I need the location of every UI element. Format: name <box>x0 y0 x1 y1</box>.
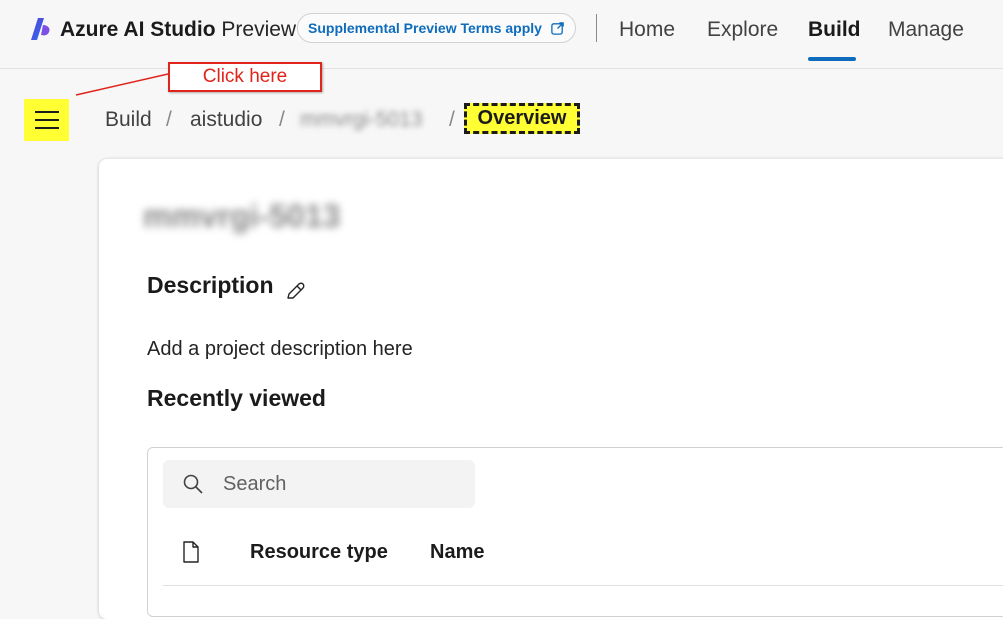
supplemental-terms-label: Supplemental Preview Terms apply <box>308 20 542 36</box>
document-icon <box>183 541 199 563</box>
nav-home[interactable]: Home <box>619 18 675 42</box>
breadcrumb-project[interactable]: mmvrgi-5013 <box>300 108 423 132</box>
nav-explore[interactable]: Explore <box>707 18 778 42</box>
breadcrumb-build[interactable]: Build <box>105 108 152 132</box>
search-box[interactable] <box>163 460 475 508</box>
nav-active-indicator <box>808 57 856 61</box>
azure-ai-studio-logo-icon <box>31 18 50 40</box>
hamburger-line <box>34 127 59 129</box>
hamburger-menu-button[interactable] <box>24 99 69 141</box>
nav-build[interactable]: Build <box>808 18 861 42</box>
search-icon <box>183 474 203 494</box>
nav-manage[interactable]: Manage <box>888 18 964 42</box>
top-bar: Azure AI Studio Preview Supplemental Pre… <box>0 0 1003 69</box>
breadcrumb-aistudio[interactable]: aistudio <box>190 108 262 132</box>
hamburger-line <box>34 111 59 113</box>
breadcrumb-current-overview: Overview <box>464 103 580 134</box>
column-header-resource-type[interactable]: Resource type <box>250 541 388 564</box>
project-name-title: mmvrgi-5013 <box>143 198 341 234</box>
app-title: Azure AI Studio <box>60 18 216 41</box>
search-input[interactable] <box>221 471 445 497</box>
external-link-icon <box>551 21 564 35</box>
hamburger-line <box>34 119 59 121</box>
app-subtitle: Preview <box>221 18 297 41</box>
breadcrumb-separator: / <box>449 108 455 131</box>
supplemental-terms-link[interactable]: Supplemental Preview Terms apply <box>297 13 576 43</box>
description-heading: Description <box>147 272 274 298</box>
description-placeholder[interactable]: Add a project description here <box>147 338 413 361</box>
nav-divider <box>596 14 597 42</box>
pencil-icon[interactable] <box>284 280 306 302</box>
column-header-name[interactable]: Name <box>430 541 484 564</box>
breadcrumb-separator: / <box>279 108 285 131</box>
breadcrumb-separator: / <box>166 108 172 131</box>
app-brand[interactable]: Azure AI Studio Preview <box>60 18 296 42</box>
click-here-callout: Click here <box>168 62 322 92</box>
table-header-divider <box>163 585 1003 586</box>
recently-viewed-heading: Recently viewed <box>147 385 326 411</box>
